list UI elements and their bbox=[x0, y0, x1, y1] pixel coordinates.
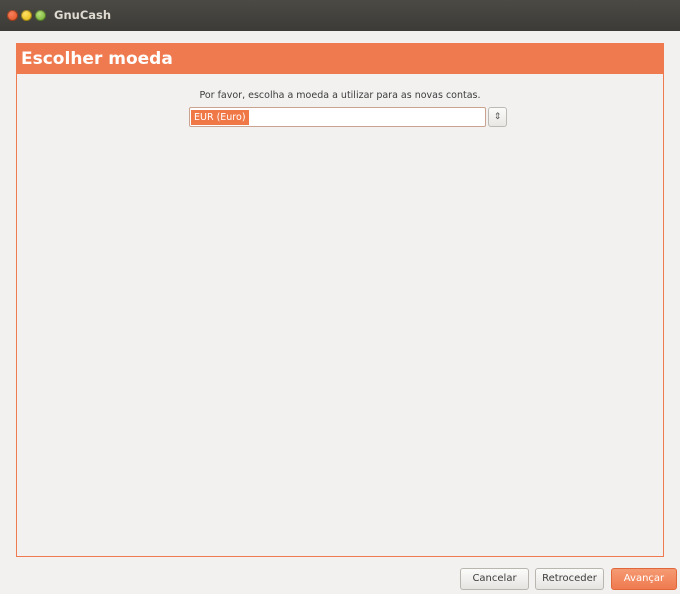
currency-combo[interactable]: EUR (Euro) bbox=[189, 107, 486, 127]
window-titlebar: GnuCash bbox=[0, 0, 680, 31]
page-title: Escolher moeda bbox=[17, 44, 663, 74]
up-down-arrows-icon[interactable]: ⇕ bbox=[488, 107, 507, 127]
close-icon[interactable] bbox=[7, 10, 18, 21]
window-title: GnuCash bbox=[54, 8, 112, 22]
cancel-button[interactable]: Cancelar bbox=[460, 568, 529, 590]
assistant-page: Escolher moeda Por favor, escolha a moed… bbox=[16, 43, 664, 557]
currency-value[interactable]: EUR (Euro) bbox=[191, 110, 249, 125]
minimize-icon[interactable] bbox=[21, 10, 32, 21]
back-button[interactable]: Retroceder bbox=[535, 568, 604, 590]
next-button[interactable]: Avançar bbox=[611, 568, 677, 590]
maximize-icon[interactable] bbox=[35, 10, 46, 21]
currency-prompt: Por favor, escolha a moeda a utilizar pa… bbox=[199, 90, 481, 101]
